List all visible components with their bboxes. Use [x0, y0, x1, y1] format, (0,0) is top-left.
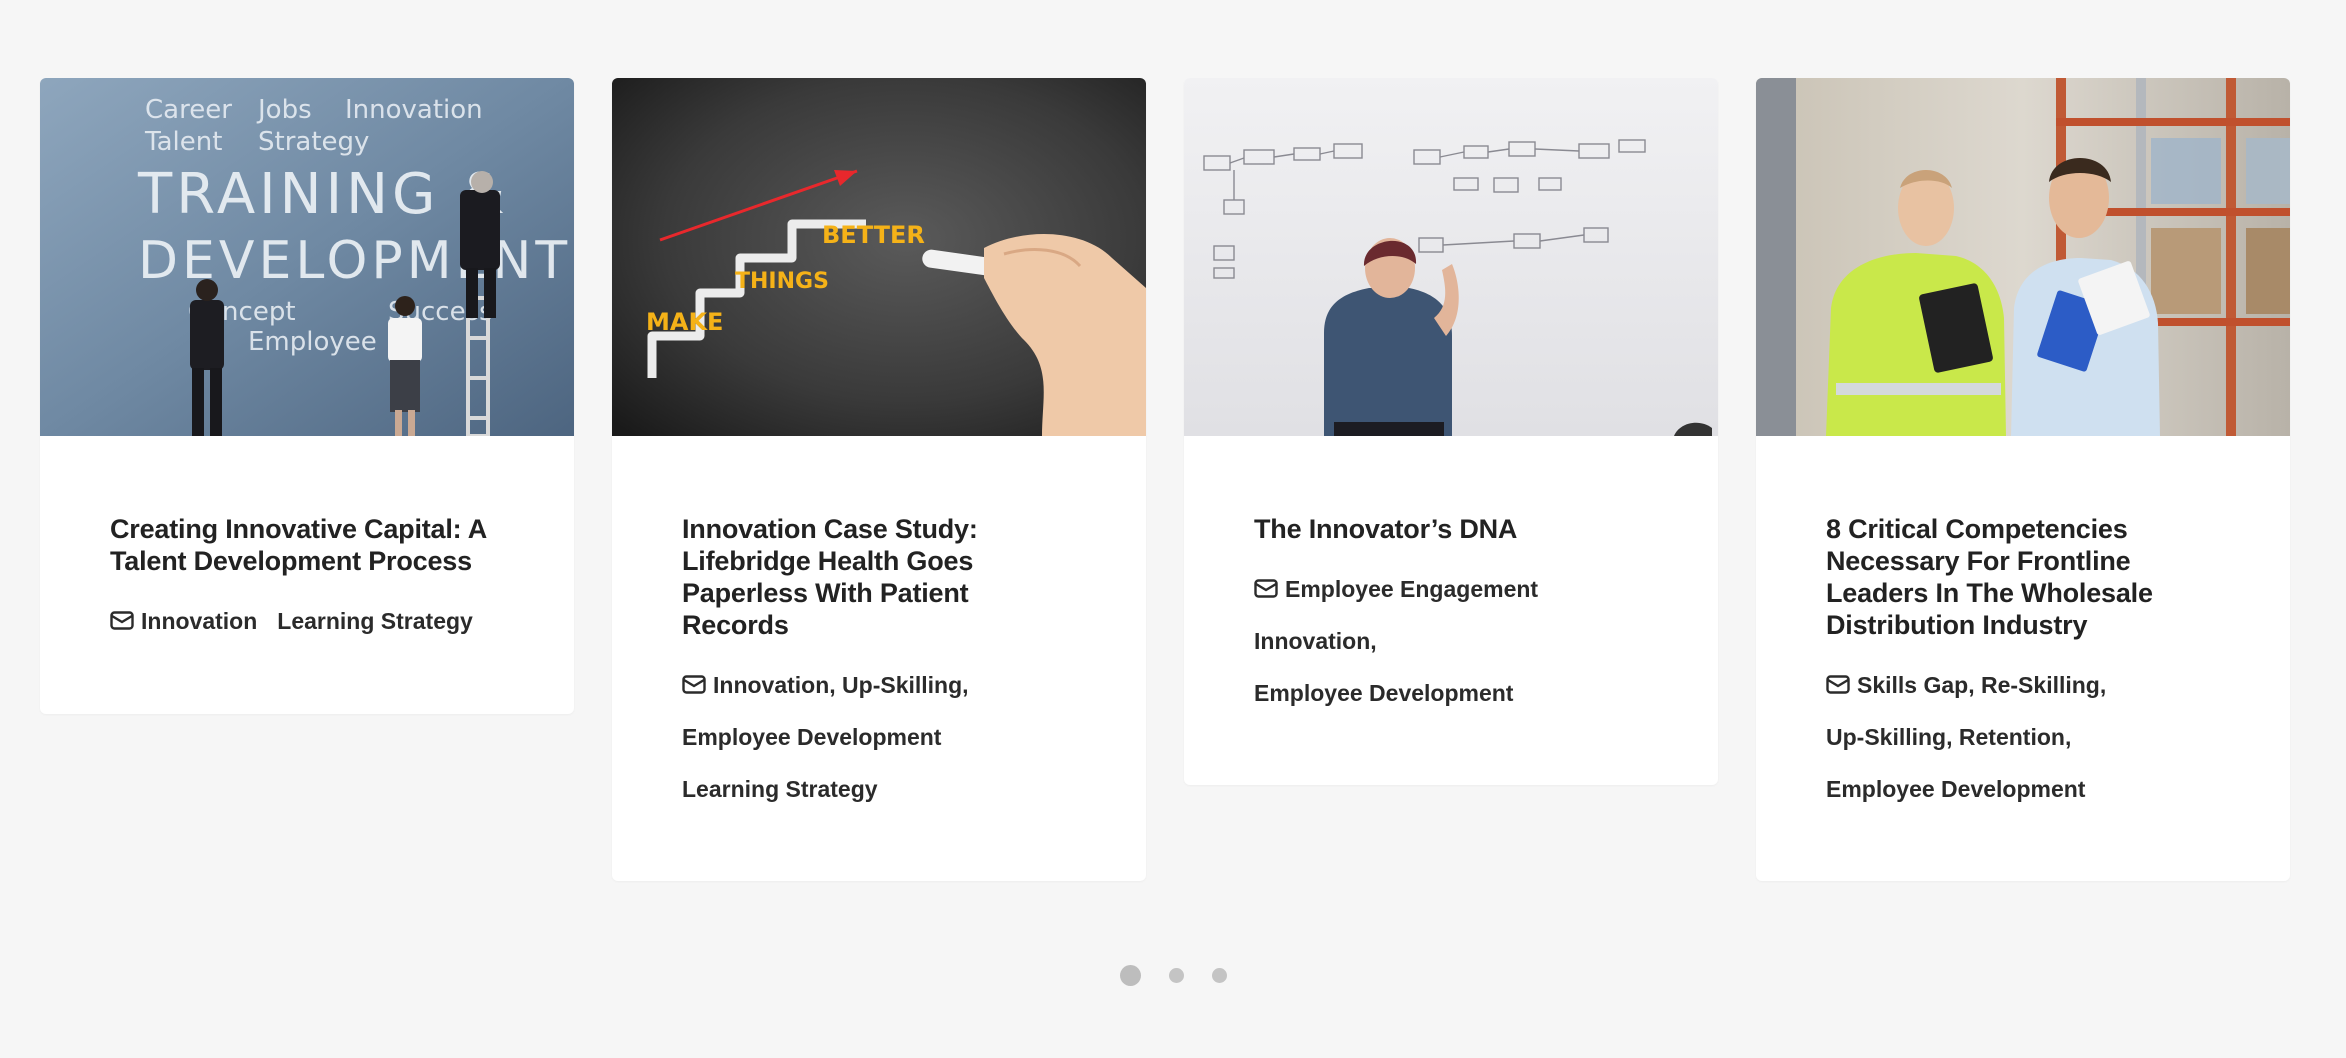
post-thumbnail[interactable]: [1184, 78, 1718, 436]
tag-link[interactable]: Employee Development: [682, 723, 941, 751]
pagination-dot[interactable]: [1119, 965, 1141, 986]
make-things-better-image: MAKE THINGS BETTER: [612, 78, 1146, 436]
pagination-dot[interactable]: [1168, 968, 1184, 983]
svg-text:Career: Career: [145, 95, 232, 125]
svg-text:Innovation: Innovation: [345, 95, 483, 125]
post-card[interactable]: The Innovator’s DNA Employee Engagement …: [1184, 78, 1718, 785]
tag-link[interactable]: Up-Skilling, Retention,: [1826, 723, 2071, 751]
warehouse-workers-image: [1756, 78, 2290, 436]
tag-link[interactable]: Innovation,: [1254, 627, 1377, 655]
post-thumbnail[interactable]: MAKE THINGS BETTER: [612, 78, 1146, 436]
svg-text:TRAINING &: TRAINING &: [137, 162, 509, 227]
tag-link[interactable]: Employee Development: [1254, 679, 1513, 707]
envelope-icon: [1826, 675, 1850, 695]
svg-text:Employee: Employee: [248, 327, 377, 357]
whiteboard-flowchart-image: [1184, 78, 1718, 436]
svg-text:Strategy: Strategy: [258, 127, 369, 157]
post-tags: Innovation Learning Strategy: [110, 607, 504, 635]
envelope-icon: [1254, 579, 1278, 599]
post-title[interactable]: Creating Innovative Capital: A Talent De…: [110, 436, 504, 577]
tag-link[interactable]: Innovation: [141, 607, 257, 635]
post-carousel: Career Jobs Innovation Talent Strategy T…: [0, 0, 2346, 1058]
post-tags: Innovation, Up-Skilling, Employee Develo…: [682, 671, 1076, 803]
tag-link[interactable]: Learning Strategy: [682, 775, 878, 803]
post-tags: Employee Engagement Innovation, Employee…: [1254, 575, 1648, 707]
tag-link[interactable]: Learning Strategy: [277, 607, 473, 635]
tag-link[interactable]: Innovation, Up-Skilling,: [713, 671, 969, 699]
svg-text:MAKE: MAKE: [646, 308, 723, 336]
svg-text:THINGS: THINGS: [735, 269, 829, 294]
svg-text:BETTER: BETTER: [822, 221, 925, 249]
envelope-icon: [110, 611, 134, 631]
post-card[interactable]: 8 Critical Competencies Necessary For Fr…: [1756, 78, 2290, 881]
post-tags: Skills Gap, Re-Skilling, Up-Skilling, Re…: [1826, 671, 2220, 803]
tag-link[interactable]: Employee Development: [1826, 775, 2085, 803]
post-title[interactable]: The Innovator’s DNA: [1254, 436, 1648, 545]
svg-text:Jobs: Jobs: [256, 95, 312, 125]
envelope-icon: [682, 675, 706, 695]
tag-link[interactable]: Skills Gap, Re-Skilling,: [1857, 671, 2106, 699]
pagination-dot[interactable]: [1211, 968, 1227, 983]
post-card[interactable]: MAKE THINGS BETTER Innovation Case Study…: [612, 78, 1146, 881]
tag-link[interactable]: Employee Engagement: [1285, 575, 1538, 603]
post-thumbnail[interactable]: Career Jobs Innovation Talent Strategy T…: [40, 78, 574, 436]
training-development-image: Career Jobs Innovation Talent Strategy T…: [40, 78, 574, 436]
post-title[interactable]: 8 Critical Competencies Necessary For Fr…: [1826, 436, 2220, 641]
post-card[interactable]: Career Jobs Innovation Talent Strategy T…: [40, 78, 574, 714]
post-title[interactable]: Innovation Case Study: Lifebridge Health…: [682, 436, 1076, 641]
carousel-pagination: [0, 965, 2346, 986]
svg-text:Talent: Talent: [144, 127, 222, 157]
post-thumbnail[interactable]: [1756, 78, 2290, 436]
